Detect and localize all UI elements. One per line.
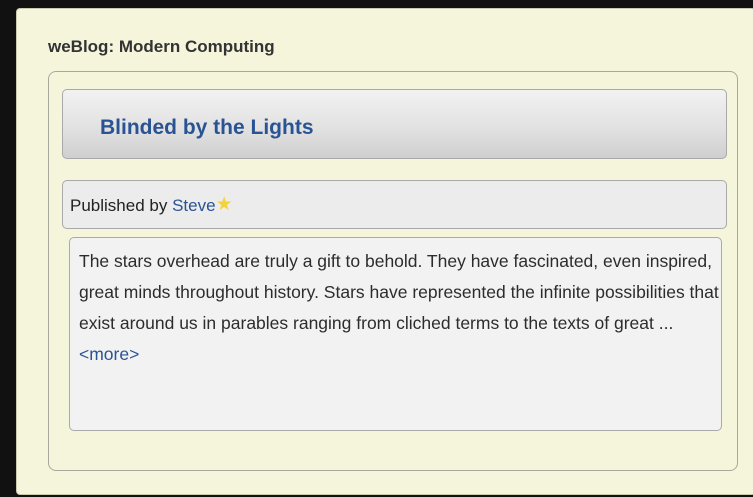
post-excerpt: The stars overhead are truly a gift to b… [69, 237, 722, 431]
post-meta: Published by Steve★ [62, 180, 727, 229]
post-header: Blinded by the Lights [62, 89, 727, 159]
star-icon: ★ [215, 194, 233, 215]
excerpt-text-block: The stars overhead are truly a gift to b… [79, 246, 719, 370]
post-container: Blinded by the Lights Published by Steve… [48, 71, 738, 471]
excerpt-text: The stars overhead are truly a gift to b… [79, 251, 719, 333]
more-link[interactable]: <more> [79, 344, 139, 364]
published-by-label: Published by [70, 196, 168, 215]
blog-title: weBlog: Modern Computing [48, 37, 275, 56]
post-title[interactable]: Blinded by the Lights [100, 116, 314, 140]
author-link[interactable]: Steve [172, 196, 215, 215]
published-by-line: Published by Steve★ [70, 194, 233, 216]
blog-panel: weBlog: Modern Computing Blinded by the … [16, 8, 753, 495]
